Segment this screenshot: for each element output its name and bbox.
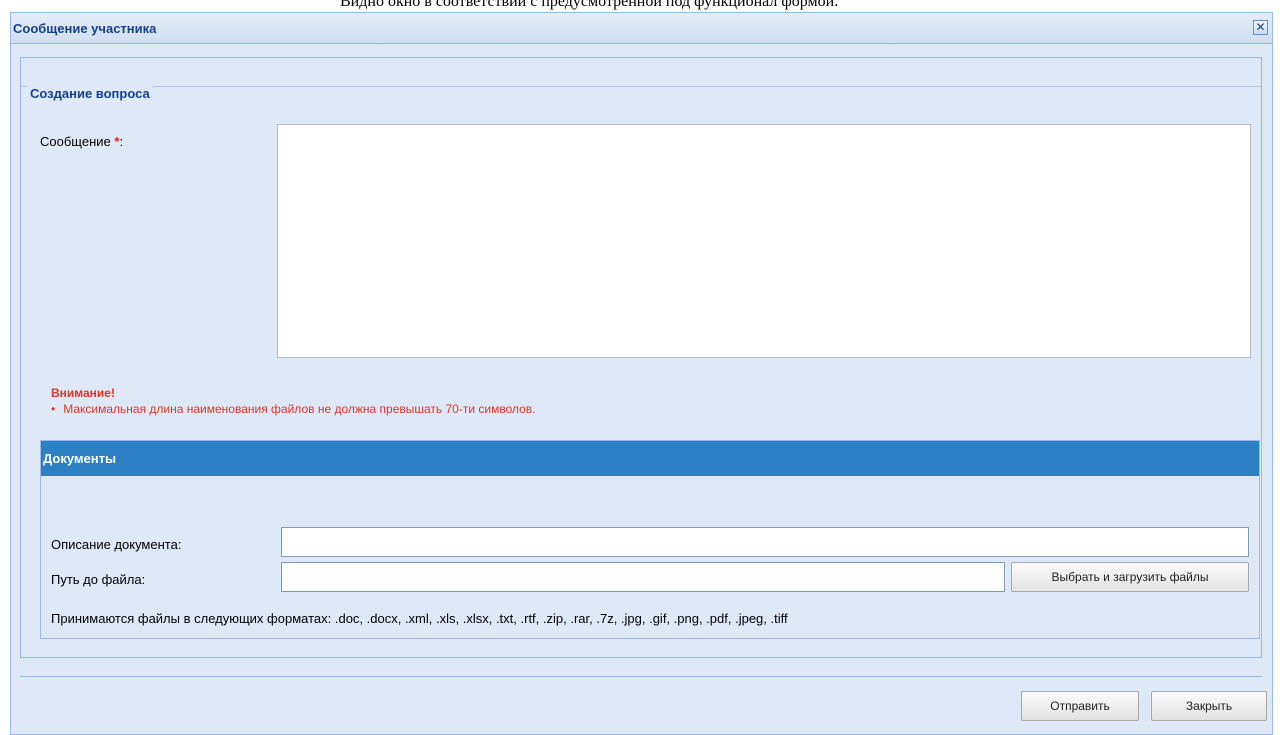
dialog-header: Сообщение участника ✕ bbox=[11, 13, 1272, 44]
warning-item-text: Максимальная длина наименования файлов н… bbox=[63, 402, 536, 416]
background-document-strip: Видно окно в соответствии с предусмотрен… bbox=[0, 0, 1287, 12]
close-icon[interactable]: ✕ bbox=[1253, 20, 1268, 35]
dialog-title: Сообщение участника bbox=[13, 21, 157, 36]
description-input[interactable] bbox=[281, 527, 1249, 557]
file-path-input[interactable] bbox=[281, 562, 1005, 592]
bullet-icon: • bbox=[51, 402, 56, 416]
description-label: Описание документа: bbox=[51, 537, 182, 552]
upload-files-button[interactable]: Выбрать и загрузить файлы bbox=[1011, 562, 1249, 592]
message-label: Сообщение *: bbox=[40, 134, 123, 149]
close-button[interactable]: Закрыть bbox=[1151, 691, 1267, 721]
send-button[interactable]: Отправить bbox=[1021, 691, 1139, 721]
documents-panel: Документы Описание документа: Путь до фа… bbox=[40, 440, 1260, 639]
accepted-formats-text: Принимаются файлы в следующих форматах: … bbox=[51, 611, 788, 626]
message-label-text: Сообщение bbox=[40, 134, 111, 149]
background-document-text: Видно окно в соответствии с предусмотрен… bbox=[340, 0, 839, 10]
participant-message-dialog: Сообщение участника ✕ Создание вопроса С… bbox=[10, 12, 1273, 735]
message-label-colon: : bbox=[119, 134, 124, 149]
fieldset-legend: Создание вопроса bbox=[27, 86, 153, 101]
footer-divider bbox=[20, 676, 1262, 677]
file-path-label: Путь до файла: bbox=[51, 572, 146, 587]
message-textarea[interactable] bbox=[277, 124, 1251, 358]
warning-title: Внимание! bbox=[51, 386, 115, 400]
warning-item: • Максимальная длина наименования файлов … bbox=[51, 402, 536, 416]
documents-header: Документы bbox=[41, 441, 1259, 476]
fieldset-border bbox=[21, 86, 1261, 87]
question-form: Создание вопроса Сообщение *: Внимание! … bbox=[20, 57, 1262, 658]
documents-title: Документы bbox=[43, 451, 117, 466]
